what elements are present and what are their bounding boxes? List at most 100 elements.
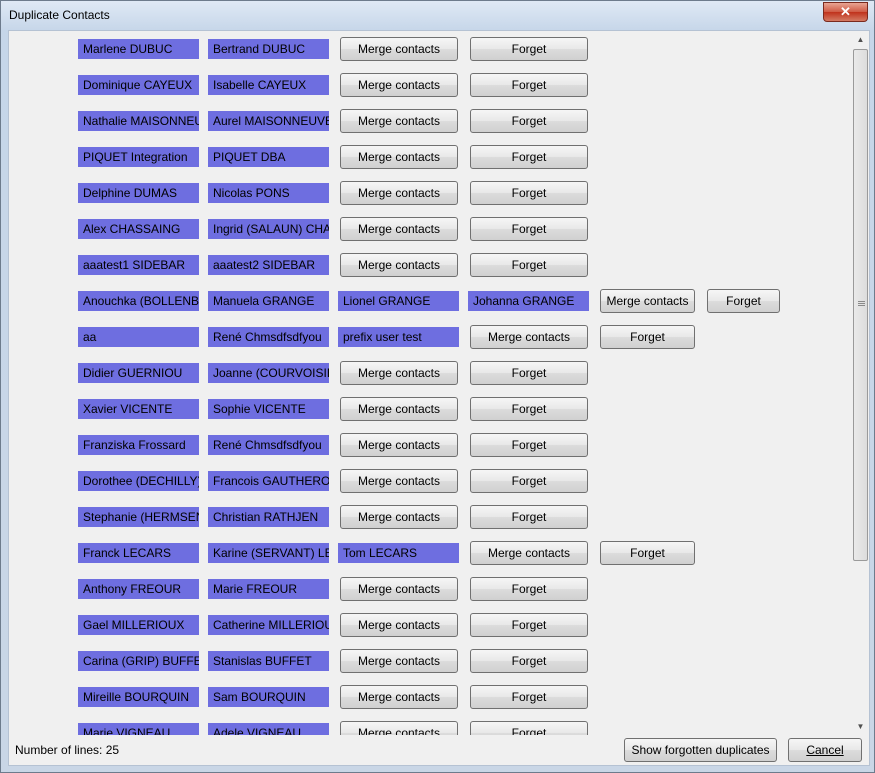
duplicate-row: Xavier VICENTE Sophie VICENTE Merge contac… — [9, 397, 851, 421]
merge-contacts-button[interactable]: Merge contacts — [340, 613, 458, 637]
forget-button[interactable]: Forget — [470, 469, 588, 493]
duplicate-row: Anthony FREOUR Marie FREOUR Merge contacts… — [9, 577, 851, 601]
merge-contacts-button[interactable]: Merge contacts — [340, 577, 458, 601]
forget-button[interactable]: Forget — [470, 145, 588, 169]
duplicate-row: Didier GUERNIOU Joanne (COURVOISIER) GUER… — [9, 361, 851, 385]
forget-button[interactable]: Forget — [470, 721, 588, 735]
forget-button[interactable]: Forget — [470, 505, 588, 529]
merge-contacts-button[interactable]: Merge contacts — [340, 217, 458, 241]
title-bar: Duplicate Contacts ✕ — [1, 1, 874, 29]
merge-contacts-button[interactable]: Merge contacts — [340, 433, 458, 457]
grip-line — [858, 303, 865, 304]
contact-name: Dominique CAYEUX — [78, 75, 199, 95]
merge-contacts-button[interactable]: Merge contacts — [600, 289, 695, 313]
merge-contacts-button[interactable]: Merge contacts — [470, 541, 588, 565]
merge-contacts-button[interactable]: Merge contacts — [340, 361, 458, 385]
duplicate-contacts-dialog: Duplicate Contacts ✕ Marlene DUBUC Bertra… — [0, 0, 875, 773]
merge-contacts-button[interactable]: Merge contacts — [340, 721, 458, 735]
contact-name: aa — [78, 327, 199, 347]
forget-button[interactable]: Forget — [470, 73, 588, 97]
duplicate-row: Carina (GRIP) BUFFET Stanislas BUFFET Merg… — [9, 649, 851, 673]
forget-button[interactable]: Forget — [470, 397, 588, 421]
contact-name: Isabelle CAYEUX — [208, 75, 329, 95]
duplicate-row: Alex CHASSAING Ingrid (SALAUN) CHASSAING M… — [9, 217, 851, 241]
merge-contacts-button[interactable]: Merge contacts — [340, 109, 458, 133]
forget-button[interactable]: Forget — [470, 433, 588, 457]
scroll-up-icon[interactable]: ▲ — [852, 31, 869, 48]
duplicate-row: Marie VIGNEAU Adele VIGNEAU Merge contacts… — [9, 721, 851, 735]
contact-name: Joanne (COURVOISIER) GUERNIOU — [208, 363, 329, 383]
contact-name: Marie VIGNEAU — [78, 723, 199, 735]
merge-contacts-button[interactable]: Merge contacts — [340, 505, 458, 529]
cancel-button[interactable]: Cancel — [788, 738, 862, 762]
contact-name: Marie FREOUR — [208, 579, 329, 599]
grip-line — [858, 301, 865, 302]
dialog-footer: Number of lines: 25 Show forgotten dupli… — [9, 735, 869, 765]
merge-contacts-button[interactable]: Merge contacts — [340, 649, 458, 673]
contact-name: Sam BOURQUIN — [208, 687, 329, 707]
duplicate-row: Delphine DUMAS Nicolas PONS Merge contacts… — [9, 181, 851, 205]
show-forgotten-label: Show forgotten duplicates — [631, 743, 770, 757]
forget-button[interactable]: Forget — [470, 253, 588, 277]
contact-name: Dorothee (DECHILLY) GAUTHERON — [78, 471, 199, 491]
forget-button[interactable]: Forget — [707, 289, 780, 313]
duplicate-row: aaatest1 SIDEBAR aaatest2 SIDEBAR Merge co… — [9, 253, 851, 277]
contact-name: Franck LECARS — [78, 543, 199, 563]
forget-button[interactable]: Forget — [470, 109, 588, 133]
forget-button[interactable]: Forget — [470, 577, 588, 601]
contact-name: Stephanie (HERMSEN) RATHJEN — [78, 507, 199, 527]
contact-name: René Chmsdfsdfyou — [208, 327, 329, 347]
merge-contacts-button[interactable]: Merge contacts — [340, 37, 458, 61]
merge-contacts-button[interactable]: Merge contacts — [340, 685, 458, 709]
contact-name: aaatest1 SIDEBAR — [78, 255, 199, 275]
forget-button[interactable]: Forget — [470, 181, 588, 205]
forget-button[interactable]: Forget — [470, 685, 588, 709]
grip-line — [858, 305, 865, 306]
contact-name: prefix user test — [338, 327, 459, 347]
forget-button[interactable]: Forget — [470, 37, 588, 61]
duplicate-row: Franziska Frossard René Chmsdfsdfyou Merge… — [9, 433, 851, 457]
merge-contacts-button[interactable]: Merge contacts — [340, 181, 458, 205]
contact-name: Nathalie MAISONNEUVE — [78, 111, 199, 131]
contact-name: Didier GUERNIOU — [78, 363, 199, 383]
merge-contacts-button[interactable]: Merge contacts — [470, 325, 588, 349]
merge-contacts-button[interactable]: Merge contacts — [340, 469, 458, 493]
duplicate-row: Mireille BOURQUIN Sam BOURQUIN Merge conta… — [9, 685, 851, 709]
scroll-down-icon[interactable]: ▼ — [852, 718, 869, 735]
duplicate-row: PIQUET Integration PIQUET DBA Merge contac… — [9, 145, 851, 169]
forget-button[interactable]: Forget — [470, 217, 588, 241]
contact-name: Anthony FREOUR — [78, 579, 199, 599]
contact-name: aaatest2 SIDEBAR — [208, 255, 329, 275]
forget-button[interactable]: Forget — [470, 613, 588, 637]
close-button[interactable]: ✕ — [823, 2, 868, 22]
contact-name: Gael MILLERIOUX — [78, 615, 199, 635]
scroll-thumb[interactable] — [853, 49, 868, 561]
contact-name: Marlene DUBUC — [78, 39, 199, 59]
dialog-client-area: Marlene DUBUC Bertrand DUBUC Merge contact… — [8, 30, 870, 766]
merge-contacts-button[interactable]: Merge contacts — [340, 145, 458, 169]
forget-button[interactable]: Forget — [470, 361, 588, 385]
duplicates-list[interactable]: Marlene DUBUC Bertrand DUBUC Merge contact… — [9, 31, 851, 735]
contact-name: Alex CHASSAING — [78, 219, 199, 239]
contact-name: Anouchka (BOLLENBACH) GRANGE — [78, 291, 199, 311]
duplicate-row: Marlene DUBUC Bertrand DUBUC Merge contact… — [9, 37, 851, 61]
forget-button[interactable]: Forget — [600, 541, 695, 565]
merge-contacts-button[interactable]: Merge contacts — [340, 397, 458, 421]
forget-button[interactable]: Forget — [470, 649, 588, 673]
contact-name: Tom LECARS — [338, 543, 459, 563]
contact-name: René Chmsdfsdfyou — [208, 435, 329, 455]
merge-contacts-button[interactable]: Merge contacts — [340, 253, 458, 277]
contact-name: Carina (GRIP) BUFFET — [78, 651, 199, 671]
contact-name: Xavier VICENTE — [78, 399, 199, 419]
contact-name: Francois GAUTHERON — [208, 471, 329, 491]
contact-name: Johanna GRANGE — [468, 291, 589, 311]
forget-button[interactable]: Forget — [600, 325, 695, 349]
duplicate-row: Anouchka (BOLLENBACH) GRANGE Manuela GRAN… — [9, 289, 851, 313]
contact-name: Sophie VICENTE — [208, 399, 329, 419]
contact-name: Ingrid (SALAUN) CHASSAING — [208, 219, 329, 239]
contact-name: Manuela GRANGE — [208, 291, 329, 311]
merge-contacts-button[interactable]: Merge contacts — [340, 73, 458, 97]
vertical-scrollbar[interactable]: ▲ ▼ — [852, 31, 869, 735]
contact-name: Mireille BOURQUIN — [78, 687, 199, 707]
show-forgotten-duplicates-button[interactable]: Show forgotten duplicates — [624, 738, 777, 762]
